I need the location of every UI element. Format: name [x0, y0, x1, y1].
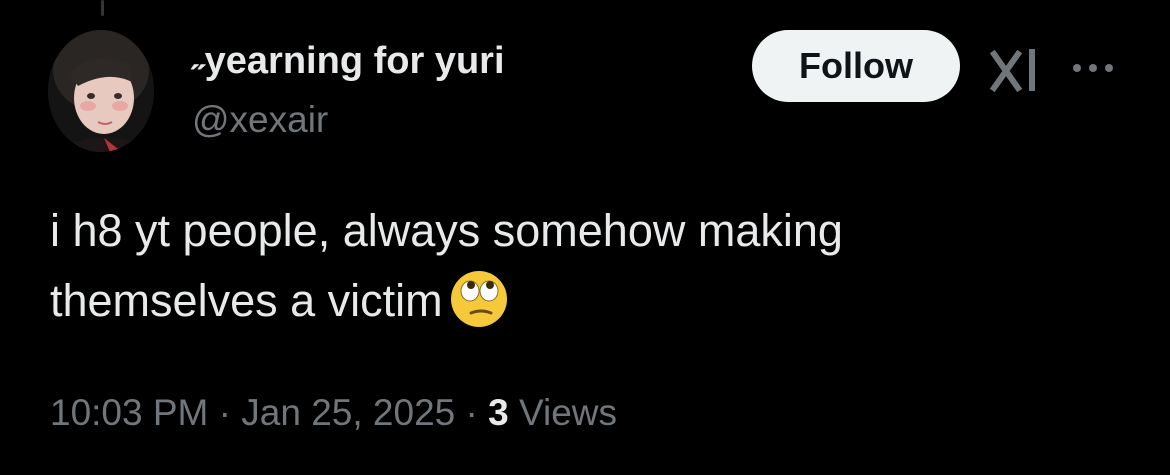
- grok-icon[interactable]: [988, 48, 1042, 94]
- tweet-metadata: 10:03 PM · Jan 25, 2025 · 3 Views: [50, 388, 617, 438]
- thread-connector-line: [101, 0, 104, 16]
- face-with-rolling-eyes-icon: [449, 269, 509, 329]
- tweet-text-line-2-text: themselves a victim: [50, 275, 443, 326]
- views-count: 3: [488, 392, 509, 433]
- tweet-time[interactable]: 10:03 PM: [50, 392, 208, 433]
- more-icon[interactable]: [1068, 50, 1118, 86]
- meta-separator-2: ·: [455, 392, 489, 433]
- tweet-text-line-2: themselves a victim: [50, 266, 1110, 336]
- meta-separator: ·: [208, 392, 242, 433]
- avatar-photo: [48, 30, 154, 152]
- tweet-text-line-1: i h8 yt people, always somehow making: [50, 205, 843, 256]
- avatar[interactable]: [48, 30, 154, 152]
- tweet-text: i h8 yt people, always somehow making th…: [50, 196, 1110, 336]
- follow-button[interactable]: Follow: [752, 30, 960, 102]
- author-handle[interactable]: @xexair: [192, 98, 328, 142]
- views-label: Views: [508, 392, 618, 433]
- author-display-name[interactable]: ˶yearning for yuri: [192, 38, 505, 84]
- tweet-date[interactable]: Jan 25, 2025: [241, 392, 455, 433]
